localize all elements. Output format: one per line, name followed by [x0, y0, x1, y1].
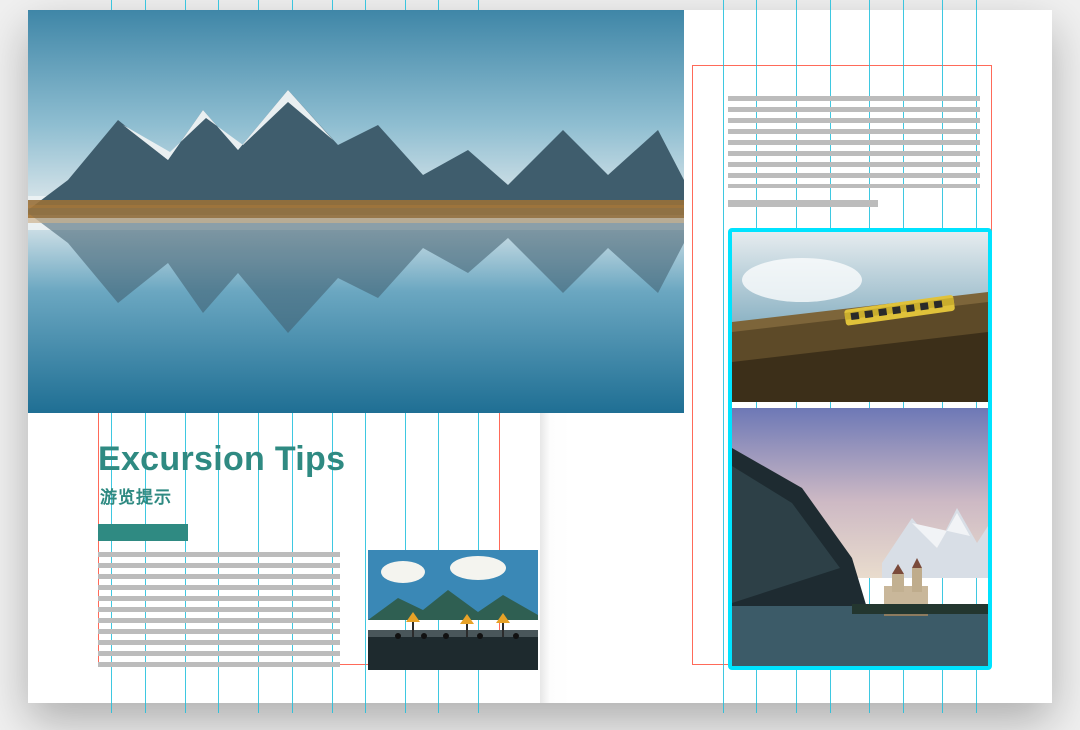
title-en: Excursion Tips: [98, 440, 345, 479]
deck-umbrella-icon: [368, 550, 538, 670]
layout-canvas[interactable]: Excursion Tips 游览提示: [0, 0, 1080, 730]
castle-lake-icon: [732, 408, 988, 666]
photo-vineyard-train[interactable]: [732, 232, 988, 402]
photo-observation-deck[interactable]: [368, 550, 538, 670]
title-cn: 游览提示: [100, 483, 345, 508]
mountain-lake-icon: [28, 10, 684, 413]
body-text-tail: [728, 200, 878, 207]
body-text-placeholder-right[interactable]: [728, 96, 980, 188]
title-block[interactable]: Excursion Tips 游览提示: [98, 440, 345, 508]
accent-bar: [98, 524, 188, 541]
hero-image[interactable]: [28, 10, 684, 413]
body-text-placeholder-left[interactable]: [98, 552, 340, 667]
vineyard-train-icon: [732, 232, 988, 402]
photo-castle-lake[interactable]: [732, 408, 988, 666]
